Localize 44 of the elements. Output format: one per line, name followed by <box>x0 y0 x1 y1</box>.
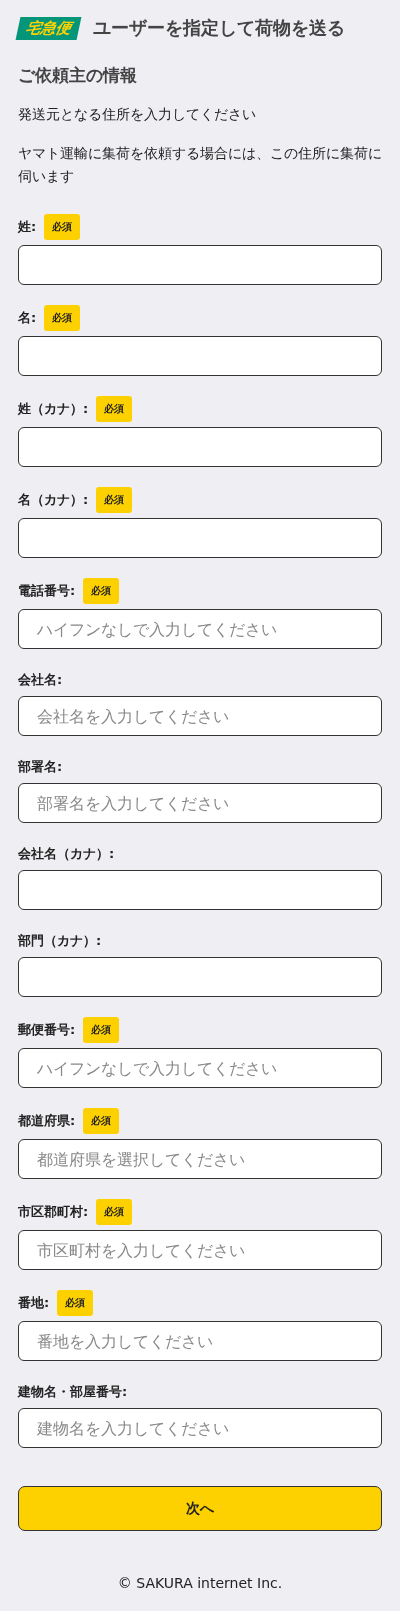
field-label: 電話番号: <box>18 582 76 600</box>
required-badge: 必須 <box>83 1108 120 1134</box>
instruction-text: ヤマト運輸に集荷を依頼する場合には、この住所に集荷に伺います <box>18 144 382 186</box>
required-badge: 必須 <box>44 305 81 331</box>
input-field[interactable] <box>18 245 382 285</box>
input-field[interactable]: 都道府県を選択してください <box>18 1139 382 1179</box>
field-label: 名（カナ）: <box>18 491 89 509</box>
required-badge: 必須 <box>57 1290 94 1316</box>
field-label: 部門（カナ）: <box>18 932 102 950</box>
field-label: 会社名: <box>18 671 63 689</box>
input-field[interactable] <box>18 957 382 997</box>
field-label: 名: <box>18 309 37 327</box>
next-button[interactable]: 次へ <box>18 1486 382 1531</box>
input-field[interactable]: 会社名を入力してください <box>18 696 382 736</box>
field-label: 姓（カナ）: <box>18 400 89 418</box>
input-field[interactable]: ハイフンなしで入力してください <box>18 1048 382 1088</box>
required-badge: 必須 <box>44 214 81 240</box>
page-title: ユーザーを指定して荷物を送る <box>93 16 345 40</box>
input-field[interactable]: 部署名を入力してください <box>18 783 382 823</box>
field-label: 建物名・部屋番号: <box>18 1383 128 1401</box>
required-badge: 必須 <box>83 578 120 604</box>
field-label: 番地: <box>18 1294 50 1312</box>
input-field[interactable]: 番地を入力してください <box>18 1321 382 1361</box>
field-label: 都道府県: <box>18 1112 76 1130</box>
section-title: ご依頼主の情報 <box>18 64 138 87</box>
required-badge: 必須 <box>83 1017 120 1043</box>
input-field[interactable] <box>18 336 382 376</box>
input-field[interactable] <box>18 870 382 910</box>
instruction-text: 発送元となる住所を入力してください <box>18 105 257 124</box>
logo: 宅急便 <box>15 16 82 40</box>
input-field[interactable] <box>18 518 382 558</box>
input-field[interactable]: ハイフンなしで入力してください <box>18 609 382 649</box>
input-field[interactable]: 市区町村を入力してください <box>18 1230 382 1270</box>
copyright-text: © SAKURA internet Inc. <box>116 1575 284 1591</box>
input-field[interactable]: 建物名を入力してください <box>18 1408 382 1448</box>
field-label: 部署名: <box>18 758 63 776</box>
required-badge: 必須 <box>96 396 133 422</box>
field-label: 市区郡町村: <box>18 1203 89 1221</box>
required-badge: 必須 <box>96 487 133 513</box>
field-label: 郵便番号: <box>18 1021 76 1039</box>
field-label: 姓: <box>18 218 37 236</box>
required-badge: 必須 <box>96 1199 133 1225</box>
field-label: 会社名（カナ）: <box>18 845 115 863</box>
input-field[interactable] <box>18 427 382 467</box>
